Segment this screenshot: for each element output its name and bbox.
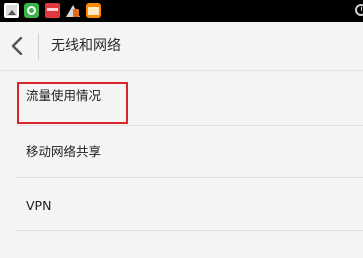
list-item-tethering[interactable]: 移动网络共享 xyxy=(0,127,363,177)
360-security-icon xyxy=(24,3,39,18)
list-item-label: 移动网络共享 xyxy=(26,144,102,159)
alarm-icon xyxy=(355,4,363,16)
list-divider xyxy=(16,230,363,231)
highlight-box xyxy=(17,82,128,124)
chevron-left-icon xyxy=(11,37,23,55)
back-button[interactable] xyxy=(0,22,34,70)
list-divider xyxy=(16,125,363,126)
list-item-vpn[interactable]: VPN xyxy=(0,181,363,231)
sms-icon xyxy=(45,3,60,18)
action-bar: 无线和网络 xyxy=(0,22,363,71)
list-divider xyxy=(16,177,363,178)
page-title: 无线和网络 xyxy=(51,38,121,54)
calendar-icon xyxy=(86,3,101,18)
list-item-label: VPN xyxy=(26,198,52,213)
image-notification-icon xyxy=(4,3,19,18)
status-bar xyxy=(0,0,363,22)
header-divider xyxy=(38,33,39,60)
tools-icon xyxy=(65,3,80,18)
